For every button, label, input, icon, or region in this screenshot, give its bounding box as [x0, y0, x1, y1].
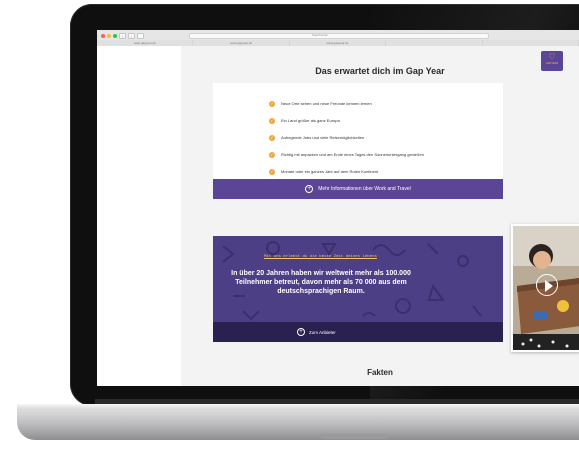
- promo-banner: Mit uns erlebst du die beste Zeit deines…: [213, 236, 503, 342]
- maximize-dot-icon[interactable]: [113, 34, 117, 38]
- check-icon: ✓: [269, 151, 275, 158]
- web-page: ♡ GAPYEAR Das erwartet dich im Gap Year …: [97, 46, 579, 386]
- list-item: ✓ Aufregende Jobs und viele Reisemöglichk…: [269, 129, 424, 146]
- logo-text: GAPYEAR: [545, 62, 559, 65]
- play-icon[interactable]: [536, 274, 558, 296]
- check-icon: ✓: [269, 168, 275, 175]
- sidebar-toggle-button[interactable]: [137, 33, 144, 39]
- benefits-list: ✓ Neue Orte sehen und neue Freunde kennen…: [269, 95, 424, 180]
- more-info-button[interactable]: + Mehr Informationen über Work and Trave…: [213, 179, 503, 199]
- laptop-notch: [319, 434, 389, 439]
- promo-footer: + Zum Anbieter: [213, 322, 503, 342]
- check-icon: ✓: [269, 117, 275, 124]
- section-title: Das erwartet dich im Gap Year: [315, 66, 445, 76]
- list-item-text: Richtig mit anpacken und am Ende eines T…: [281, 152, 424, 157]
- list-item: ✓ Neue Orte sehen und neue Freunde kennen…: [269, 95, 424, 112]
- heart-icon: ♡: [548, 52, 556, 61]
- plus-circle-icon: +: [305, 185, 314, 193]
- list-item: ✓ Monate oder ein ganzes Jahr auf dem Rot…: [269, 163, 424, 180]
- plus-circle-icon: +: [297, 328, 305, 336]
- stage: ‹ › GapYear.de www.gapyear.de www.gapyea…: [0, 0, 579, 462]
- check-icon: ✓: [269, 100, 275, 107]
- list-item-text: Neue Orte sehen und neue Freunde kennen …: [281, 101, 372, 106]
- forward-button[interactable]: ›: [128, 33, 135, 39]
- more-info-label: Mehr Informationen über Work and Travel: [318, 186, 411, 192]
- window-controls: [101, 34, 117, 38]
- close-dot-icon[interactable]: [101, 34, 105, 38]
- promo-tagline: Mit uns erlebst du die beste Zeit deines…: [264, 255, 377, 259]
- page-content: ♡ GAPYEAR Das erwartet dich im Gap Year …: [181, 46, 579, 386]
- list-item: ✓ Ein Land größer als ganz Europa: [269, 112, 424, 129]
- laptop-base: [17, 404, 579, 440]
- facts-heading: Fakten: [367, 368, 393, 377]
- minimize-dot-icon[interactable]: [107, 34, 111, 38]
- video-thumbnail[interactable]: [511, 224, 579, 352]
- check-icon: ✓: [269, 134, 275, 141]
- laptop-screen: ‹ › GapYear.de www.gapyear.de www.gapyea…: [97, 30, 579, 386]
- list-item-text: Aufregende Jobs und viele Reisemöglichke…: [281, 135, 365, 140]
- list-item-text: Ein Land größer als ganz Europa: [281, 118, 340, 123]
- promo-headline: In über 20 Jahren haben wir weltweit meh…: [231, 270, 411, 295]
- benefits-card: ✓ Neue Orte sehen und neue Freunde kennen…: [213, 83, 503, 179]
- left-rail: [97, 46, 181, 386]
- back-button[interactable]: ‹: [119, 33, 126, 39]
- address-bar[interactable]: [189, 33, 489, 39]
- list-item: ✓ Richtig mit anpacken und am Ende eines …: [269, 146, 424, 163]
- address-text: GapYear.de: [312, 33, 328, 37]
- list-item-text: Monate oder ein ganzes Jahr auf dem Rote…: [281, 169, 379, 174]
- browser-chrome: ‹ › GapYear.de www.gapyear.de www.gapyea…: [97, 30, 579, 46]
- provider-link[interactable]: + Zum Anbieter: [297, 328, 336, 336]
- provider-link-label: Zum Anbieter: [309, 329, 336, 335]
